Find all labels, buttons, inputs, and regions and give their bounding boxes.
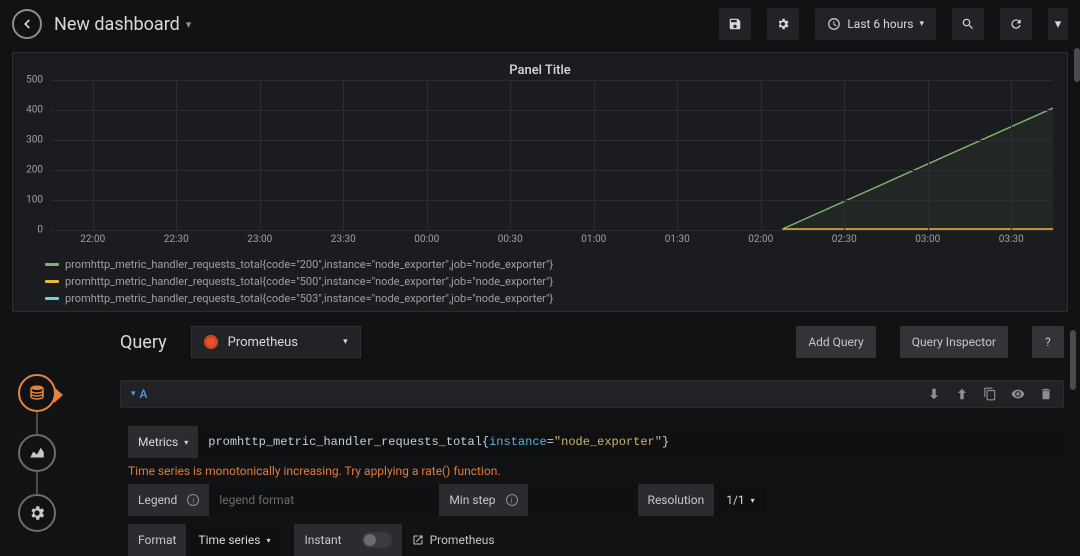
time-range-label: Last 6 hours xyxy=(847,17,913,31)
eye-icon[interactable] xyxy=(1011,387,1025,401)
time-range-picker[interactable]: Last 6 hours ▾ xyxy=(815,8,936,40)
dashboard-title-text: New dashboard xyxy=(54,14,180,35)
settings-button[interactable] xyxy=(767,8,799,40)
dashboard-title-dropdown[interactable]: New dashboard ▾ xyxy=(54,14,191,35)
gear-icon xyxy=(776,17,790,31)
trash-icon[interactable] xyxy=(1039,387,1053,401)
scrollbar[interactable] xyxy=(1070,330,1076,546)
info-icon[interactable]: i xyxy=(187,494,199,506)
resolution-select[interactable]: 1/1▾ xyxy=(714,484,766,516)
query-heading: Query xyxy=(120,332,167,353)
query-id-toggle[interactable]: A xyxy=(131,387,148,401)
metric-expression-input[interactable]: promhttp_metric_handler_requests_total{i… xyxy=(198,426,1064,458)
panel: Panel Title 0100200300400500 22:0022:302… xyxy=(12,52,1068,312)
legend-format-input[interactable]: legend format xyxy=(209,484,439,516)
info-icon[interactable]: i xyxy=(506,494,518,506)
legend-item[interactable]: promhttp_metric_handler_requests_total{c… xyxy=(45,275,553,288)
move-up-icon[interactable] xyxy=(955,387,969,401)
help-button[interactable]: ? xyxy=(1032,326,1064,358)
scrollbar-thumb[interactable] xyxy=(1074,48,1080,82)
external-link-icon xyxy=(412,534,424,546)
add-query-button[interactable]: Add Query xyxy=(796,326,875,358)
tab-visualization[interactable] xyxy=(18,434,56,472)
gear-icon xyxy=(28,504,46,522)
legend-item[interactable]: promhttp_metric_handler_requests_total{c… xyxy=(45,292,553,305)
tab-general[interactable] xyxy=(18,494,56,532)
resolution-label: Resolution xyxy=(638,484,715,516)
editor-tabs xyxy=(18,374,56,532)
save-icon xyxy=(728,17,742,31)
move-down-icon[interactable] xyxy=(927,387,941,401)
metrics-dropdown[interactable]: Metrics▾ xyxy=(128,426,198,458)
format-select[interactable]: Time series▾ xyxy=(186,524,282,556)
chevron-down-icon: ▾ xyxy=(343,337,348,347)
query-warning: Time series is monotonically increasing.… xyxy=(128,458,1064,480)
format-label: Format xyxy=(128,524,186,556)
query-body: Metrics▾ promhttp_metric_handler_request… xyxy=(120,426,1064,556)
legend-label: Legendi xyxy=(128,484,209,516)
chevron-down-icon: ▾ xyxy=(186,18,192,31)
datasource-label: Prometheus xyxy=(228,335,298,350)
query-inspector-button[interactable]: Query Inspector xyxy=(900,326,1008,358)
refresh-button[interactable] xyxy=(1000,8,1032,40)
chart-area-icon xyxy=(28,444,46,462)
back-button[interactable] xyxy=(12,9,42,39)
legend-item[interactable]: promhttp_metric_handler_requests_total{c… xyxy=(45,258,553,271)
chevron-down-icon: ▾ xyxy=(1055,17,1062,32)
prometheus-icon xyxy=(204,335,218,349)
instant-toggle[interactable] xyxy=(352,524,402,556)
chart[interactable]: 0100200300400500 22:0022:3023:0023:3000:… xyxy=(17,80,1063,252)
datasource-select[interactable]: Prometheus ▾ xyxy=(191,326,361,358)
tab-queries[interactable] xyxy=(18,374,56,412)
top-toolbar: New dashboard ▾ Last 6 hours ▾ ▾ xyxy=(0,0,1080,48)
prometheus-link[interactable]: Prometheus xyxy=(402,524,505,556)
duplicate-icon[interactable] xyxy=(983,387,997,401)
refresh-icon xyxy=(1009,17,1023,31)
zoom-out-button[interactable] xyxy=(952,8,984,40)
refresh-interval-dropdown[interactable]: ▾ xyxy=(1048,8,1068,40)
query-editor: Query Prometheus ▾ Add Query Query Inspe… xyxy=(0,322,1080,556)
min-step-label: Min stepi xyxy=(439,484,527,516)
min-step-input[interactable] xyxy=(528,484,638,516)
database-icon xyxy=(28,384,46,402)
chart-legend: promhttp_metric_handler_requests_total{c… xyxy=(17,252,1063,305)
instant-label: Instant xyxy=(294,524,351,556)
panel-title: Panel Title xyxy=(17,61,1063,80)
clock-icon xyxy=(827,17,841,31)
save-button[interactable] xyxy=(719,8,751,40)
query-row-header: A xyxy=(120,380,1064,408)
chevron-down-icon: ▾ xyxy=(919,19,924,29)
search-icon xyxy=(961,17,975,31)
